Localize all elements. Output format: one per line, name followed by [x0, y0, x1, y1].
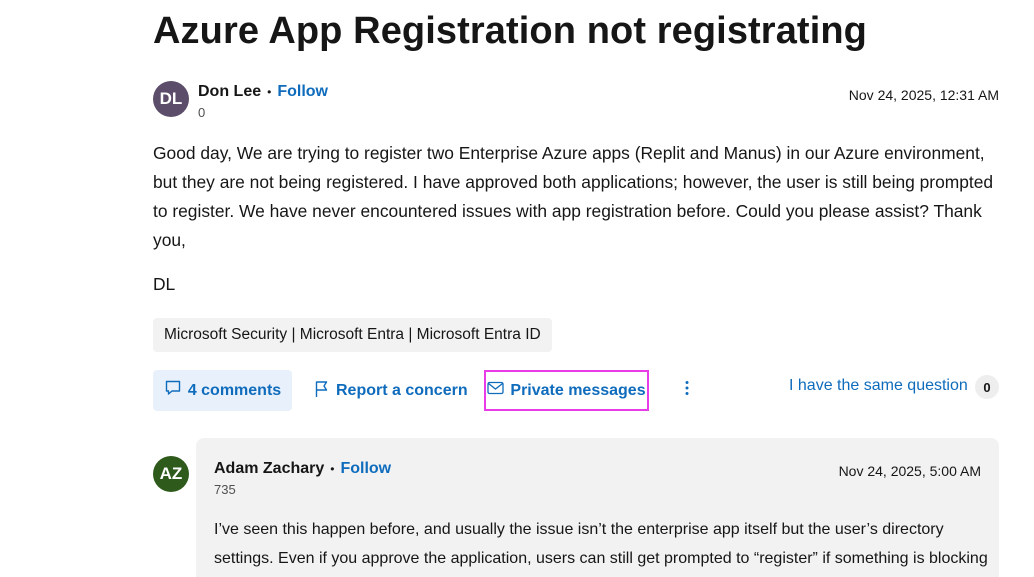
reputation-points: 0 [198, 105, 206, 120]
avatar[interactable]: DL [153, 81, 189, 117]
author-line: Adam Zachary • Follow [214, 460, 391, 478]
author-name[interactable]: Adam Zachary [214, 460, 324, 478]
separator-dot: • [267, 85, 272, 99]
answer-author-block: Adam Zachary • Follow 735 [214, 460, 391, 497]
question-timestamp: Nov 24, 2025, 12:31 AM [848, 87, 999, 103]
report-concern-button[interactable]: Report a concern [314, 378, 468, 404]
same-question-count: 0 [975, 375, 999, 399]
question-author-block: Don Lee • Follow 0 [198, 83, 328, 120]
comments-button[interactable]: 4 comments [153, 370, 292, 411]
avatar[interactable]: AZ [153, 456, 189, 492]
answer-timestamp: Nov 24, 2025, 5:00 AM [838, 463, 981, 479]
author-line: Don Lee • Follow [198, 83, 328, 101]
follow-link[interactable]: Follow [277, 83, 328, 101]
reputation-points: 735 [214, 482, 236, 497]
tag-chip[interactable]: Microsoft Security | Microsoft Entra | M… [153, 318, 552, 352]
mail-icon [487, 381, 505, 400]
more-vertical-icon [685, 380, 689, 401]
same-question-button[interactable]: I have the same question [789, 377, 968, 395]
question-body: Good day, We are trying to register two … [153, 143, 994, 250]
follow-link[interactable]: Follow [340, 460, 391, 478]
page-title: Azure App Registration not registrating [153, 10, 867, 52]
author-name[interactable]: Don Lee [198, 83, 261, 101]
question-signature: DL [153, 274, 176, 294]
flag-icon [314, 380, 330, 403]
comments-label: 4 comments [187, 381, 282, 399]
answer-body: I’ve seen this happen before, and usuall… [214, 521, 988, 567]
private-messages-label: Private messages [510, 381, 646, 399]
comment-icon [164, 379, 182, 402]
more-options-button[interactable] [678, 378, 696, 402]
private-messages-button[interactable]: Private messages [484, 370, 649, 411]
separator-dot: • [330, 462, 335, 476]
report-label: Report a concern [336, 382, 468, 399]
